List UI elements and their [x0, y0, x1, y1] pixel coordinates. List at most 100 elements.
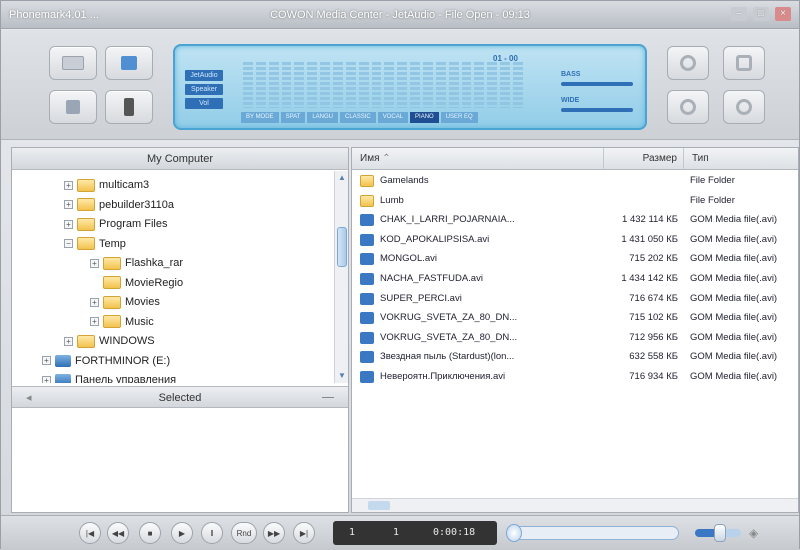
file-row[interactable]: Невероятн.Приключения.avi 716 934 КБ GOM M…	[352, 368, 798, 387]
eq-bar[interactable]	[307, 62, 318, 108]
eq-bar[interactable]	[320, 62, 331, 108]
eq-bar[interactable]	[500, 62, 511, 108]
eq-bar[interactable]	[255, 62, 266, 108]
tree-item[interactable]: + pebuilder3110a	[64, 195, 174, 215]
forward-button[interactable]: ▶▶	[263, 522, 285, 544]
expand-icon[interactable]: +	[64, 219, 73, 229]
eq-bar[interactable]	[384, 62, 395, 108]
maximize-button[interactable]: □	[753, 7, 769, 21]
expand-icon[interactable]: +	[90, 317, 99, 326]
stop-button[interactable]: ■	[139, 522, 161, 544]
tree-item[interactable]: + Movies	[90, 292, 160, 312]
scroll-down-icon[interactable]: ▼	[337, 371, 347, 381]
tree-item[interactable]: + Music	[90, 312, 154, 332]
close-button[interactable]: ×	[775, 7, 791, 21]
tree-item[interactable]: + Flashka_rar	[90, 253, 183, 273]
pause-button[interactable]: ‖	[201, 522, 223, 544]
expand-icon[interactable]: +	[90, 258, 99, 268]
audio-mode-button[interactable]	[49, 90, 97, 124]
column-name[interactable]: Имя ⌃	[352, 148, 604, 170]
file-row[interactable]: MONGOL.avi 715 202 КБ GOM Media file(.avi)	[352, 250, 798, 269]
scroll-thumb[interactable]	[337, 227, 347, 267]
eq-bar[interactable]	[474, 62, 485, 108]
eq-bar[interactable]	[294, 62, 305, 108]
mini-mode-button[interactable]	[667, 90, 709, 124]
visualization-button[interactable]	[723, 90, 765, 124]
column-size[interactable]: Размер	[604, 148, 684, 170]
eq-bar[interactable]	[487, 62, 498, 108]
eq-preset-tab[interactable]: CLASSIC	[340, 112, 376, 123]
file-row[interactable]: SUPER_PERCI.avi 716 674 КБ GOM Media file(…	[352, 290, 798, 309]
eq-bar[interactable]	[410, 62, 421, 108]
eq-preset-tab[interactable]: USER EQ	[440, 112, 478, 123]
eq-bar[interactable]	[435, 62, 446, 108]
eq-bar[interactable]	[397, 62, 408, 108]
wide-slider[interactable]: WIDE	[561, 97, 633, 112]
file-row[interactable]: Lumb File Folder	[352, 192, 798, 211]
eq-bar[interactable]	[371, 62, 382, 108]
file-row[interactable]: VOKRUG_SVETA_ZA_80_DN... 712 956 КБ GOM Me…	[352, 329, 798, 348]
file-row[interactable]: VOKRUG_SVETA_ZA_80_DN... 715 102 КБ GOM Me…	[352, 309, 798, 328]
eq-bar[interactable]	[358, 62, 369, 108]
column-type[interactable]: Тип	[684, 148, 798, 170]
collapse-icon[interactable]: −	[64, 239, 73, 248]
expand-icon[interactable]: +	[64, 336, 73, 346]
hscroll-thumb[interactable]	[368, 501, 390, 510]
previous-button[interactable]: |◀	[79, 522, 101, 544]
eq-bar[interactable]	[281, 62, 292, 108]
scroll-up-icon[interactable]: ▲	[337, 173, 347, 183]
eq-preset-tab[interactable]: LANGU	[307, 112, 339, 123]
expand-icon[interactable]: +	[42, 356, 51, 365]
expand-icon[interactable]: +	[64, 200, 73, 209]
file-row[interactable]: Звездная пыль (Stardust)(lon... 632 558 К…	[352, 348, 798, 367]
eq-preset-tab[interactable]: PIANO	[410, 112, 439, 123]
rewind-button[interactable]: ◀◀	[107, 522, 129, 544]
tree-item[interactable]: − Temp	[64, 234, 126, 254]
preferences-button[interactable]	[723, 46, 765, 80]
play-button[interactable]: ▶	[171, 522, 193, 544]
tree-item[interactable]: + FORTHMINOR (E:)	[42, 351, 170, 371]
horizontal-scrollbar[interactable]	[352, 498, 798, 512]
collapse-icon[interactable]: ◂	[26, 387, 32, 409]
expand-icon[interactable]: +	[42, 375, 51, 383]
next-button[interactable]: ▶|	[293, 522, 315, 544]
eq-preset-tab[interactable]: VOCAL	[377, 112, 409, 123]
tree-item[interactable]: + Program Files	[64, 214, 167, 234]
eq-bar[interactable]	[461, 62, 472, 108]
eq-preset-tab[interactable]: SPAT	[280, 112, 306, 123]
selected-header[interactable]: ◂ Selected	[12, 386, 348, 408]
minimize-panel-icon[interactable]	[322, 397, 334, 398]
device-button[interactable]	[105, 90, 153, 124]
expand-icon[interactable]: +	[90, 297, 99, 307]
tree-item[interactable]: + multicam3	[64, 175, 149, 195]
title-bar[interactable]: Phonemark4.01 ... COWON Media Center - J…	[1, 1, 799, 29]
volume-slider[interactable]	[695, 524, 741, 542]
minimize-button[interactable]: –	[731, 7, 747, 21]
seek-knob[interactable]	[506, 524, 522, 542]
eq-bar[interactable]	[513, 62, 523, 108]
eq-bar[interactable]	[423, 62, 433, 108]
eq-bar[interactable]	[448, 62, 459, 108]
video-mode-button[interactable]	[105, 46, 153, 80]
open-disc-button[interactable]	[49, 46, 97, 80]
file-row[interactable]: Gamelands File Folder	[352, 172, 798, 191]
file-row[interactable]: CHAK_I_LARRI_POJARNAIA... 1 432 114 КБ GOM…	[352, 211, 798, 230]
file-row[interactable]: NACHA_FASTFUDA.avi 1 434 142 КБ GOM Media …	[352, 270, 798, 289]
seek-bar[interactable]	[506, 524, 679, 542]
file-row[interactable]: KOD_APOKALIPSISA.avi 1 431 050 КБ GOM Medi…	[352, 231, 798, 250]
skin-button[interactable]	[667, 46, 709, 80]
tree-item[interactable]: + Панель управления	[42, 370, 176, 383]
eq-bar[interactable]	[333, 62, 343, 108]
random-button[interactable]: Rnd	[231, 522, 257, 544]
tree-item[interactable]: MovieRegio	[90, 273, 183, 293]
eq-preset-tab[interactable]: BY MODE	[241, 112, 279, 123]
expand-icon[interactable]: +	[64, 180, 73, 190]
speaker-icon[interactable]: ◈	[749, 526, 763, 540]
eq-bar[interactable]	[268, 62, 279, 108]
bass-slider[interactable]: BASS	[561, 71, 633, 86]
tree-scrollbar[interactable]: ▲ ▼	[334, 171, 348, 383]
volume-knob[interactable]	[714, 524, 727, 542]
eq-bar[interactable]	[243, 62, 253, 108]
tree-item[interactable]: + WINDOWS	[64, 331, 155, 351]
eq-bar[interactable]	[345, 62, 356, 108]
